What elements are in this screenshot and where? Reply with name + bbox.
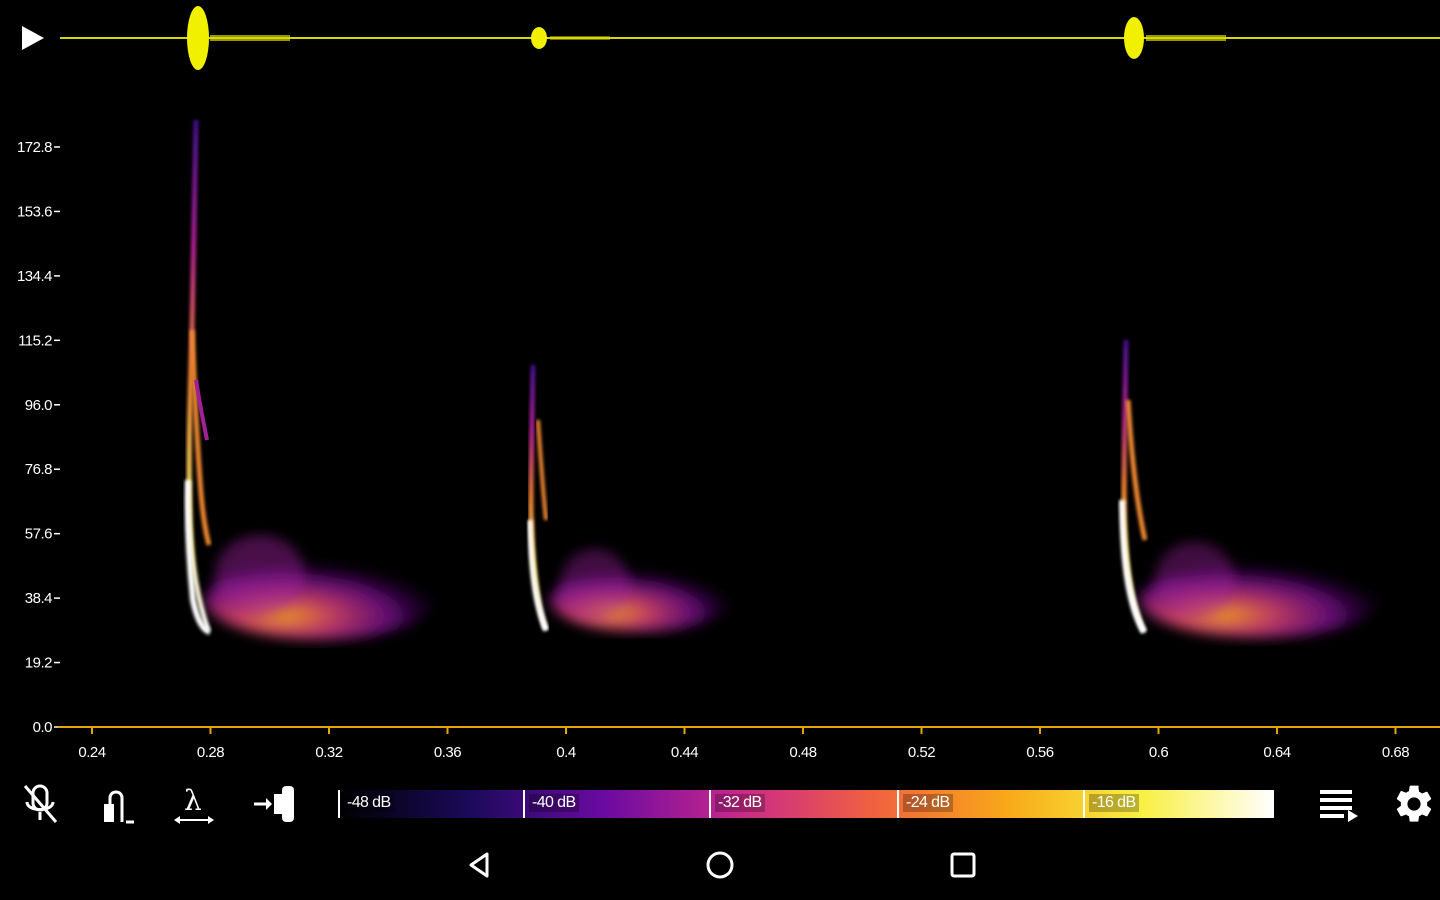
mic-toggle-button[interactable] (12, 776, 68, 832)
x-tick-label: 0.24 (78, 744, 105, 761)
recents-icon (950, 852, 976, 878)
wavelength-icon: λ (174, 784, 214, 824)
x-tick-label: 0.6 (1149, 744, 1169, 761)
trigger-icon (104, 790, 134, 824)
settings-button[interactable] (1386, 776, 1440, 832)
x-tick-label: 0.48 (789, 744, 816, 761)
y-tick-label: 134.4 (17, 268, 52, 285)
colorbar-label: -24 dB (903, 794, 953, 812)
x-tick-label: 0.28 (197, 744, 224, 761)
waveform-overview[interactable] (60, 0, 1440, 80)
colorbar-tick (897, 790, 899, 818)
playlist-button[interactable] (1310, 776, 1366, 832)
x-tick-label: 0.56 (1026, 744, 1053, 761)
play-button[interactable] (14, 20, 50, 56)
mic-off-icon (23, 784, 58, 823)
x-tick-label: 0.68 (1382, 744, 1409, 761)
y-tick-label: 19.2 (25, 655, 52, 672)
colorbar-label: -16 dB (1089, 794, 1139, 812)
nav-home-button[interactable] (690, 840, 750, 890)
waveform-pulse (531, 27, 547, 49)
x-tick-label: 0.36 (434, 744, 461, 761)
speaker-icon (254, 786, 294, 822)
y-tick-label: 57.6 (25, 526, 52, 543)
nav-back-button[interactable] (450, 840, 510, 890)
y-tick-label: 172.8 (17, 139, 52, 156)
y-tick-label: 76.8 (25, 461, 52, 478)
colorbar-label: -32 dB (715, 794, 765, 812)
frequency-axis: 172.8 153.6 134.4 115.2 96.0 76.8 57.6 38.4 19.2… (17, 139, 60, 736)
colorbar-tick (523, 790, 525, 818)
svg-text:λ: λ (184, 784, 202, 817)
y-tick-label: 115.2 (18, 332, 52, 349)
colorbar-label: -40 dB (529, 794, 579, 812)
x-tick-label: 0.44 (671, 744, 698, 761)
time-axis: 0.24 0.28 0.32 0.36 0.4 0.44 0.48 0.52 0.56 0.6 0.… (78, 727, 1410, 761)
playlist-icon (1320, 790, 1358, 822)
decibel-colorbar[interactable]: -48 dB -40 dB -32 dB -24 dB -16 dB (336, 790, 1274, 818)
x-tick-label: 0.32 (315, 744, 342, 761)
colorbar-label: -48 dB (344, 794, 394, 812)
play-icon (22, 26, 44, 50)
waveform-pulse (187, 6, 209, 70)
x-tick-label: 0.52 (908, 744, 935, 761)
y-tick-label: 0.0 (33, 719, 53, 736)
nav-recents-button[interactable] (933, 840, 993, 890)
bat-call (527, 364, 730, 632)
trigger-button[interactable] (88, 776, 144, 832)
x-tick-label: 0.4 (556, 744, 576, 761)
back-icon (469, 852, 489, 878)
waveform-pulse (1124, 17, 1144, 59)
bat-call (1119, 339, 1380, 638)
speaker-button[interactable] (244, 776, 300, 832)
x-tick-label: 0.64 (1263, 744, 1290, 761)
y-tick-label: 38.4 (25, 590, 52, 607)
wavelength-button[interactable]: λ (166, 776, 222, 832)
y-tick-label: 96.0 (25, 397, 52, 414)
y-tick-label: 153.6 (17, 203, 52, 220)
spectrogram[interactable]: 172.8 153.6 134.4 115.2 96.0 76.8 57.6 38.4 19.2… (0, 100, 1440, 780)
home-icon (706, 851, 734, 879)
gear-icon (1396, 785, 1432, 822)
colorbar-tick (338, 790, 340, 818)
colorbar-tick (709, 790, 711, 818)
colorbar-tick (1083, 790, 1085, 818)
bat-call (184, 119, 435, 640)
